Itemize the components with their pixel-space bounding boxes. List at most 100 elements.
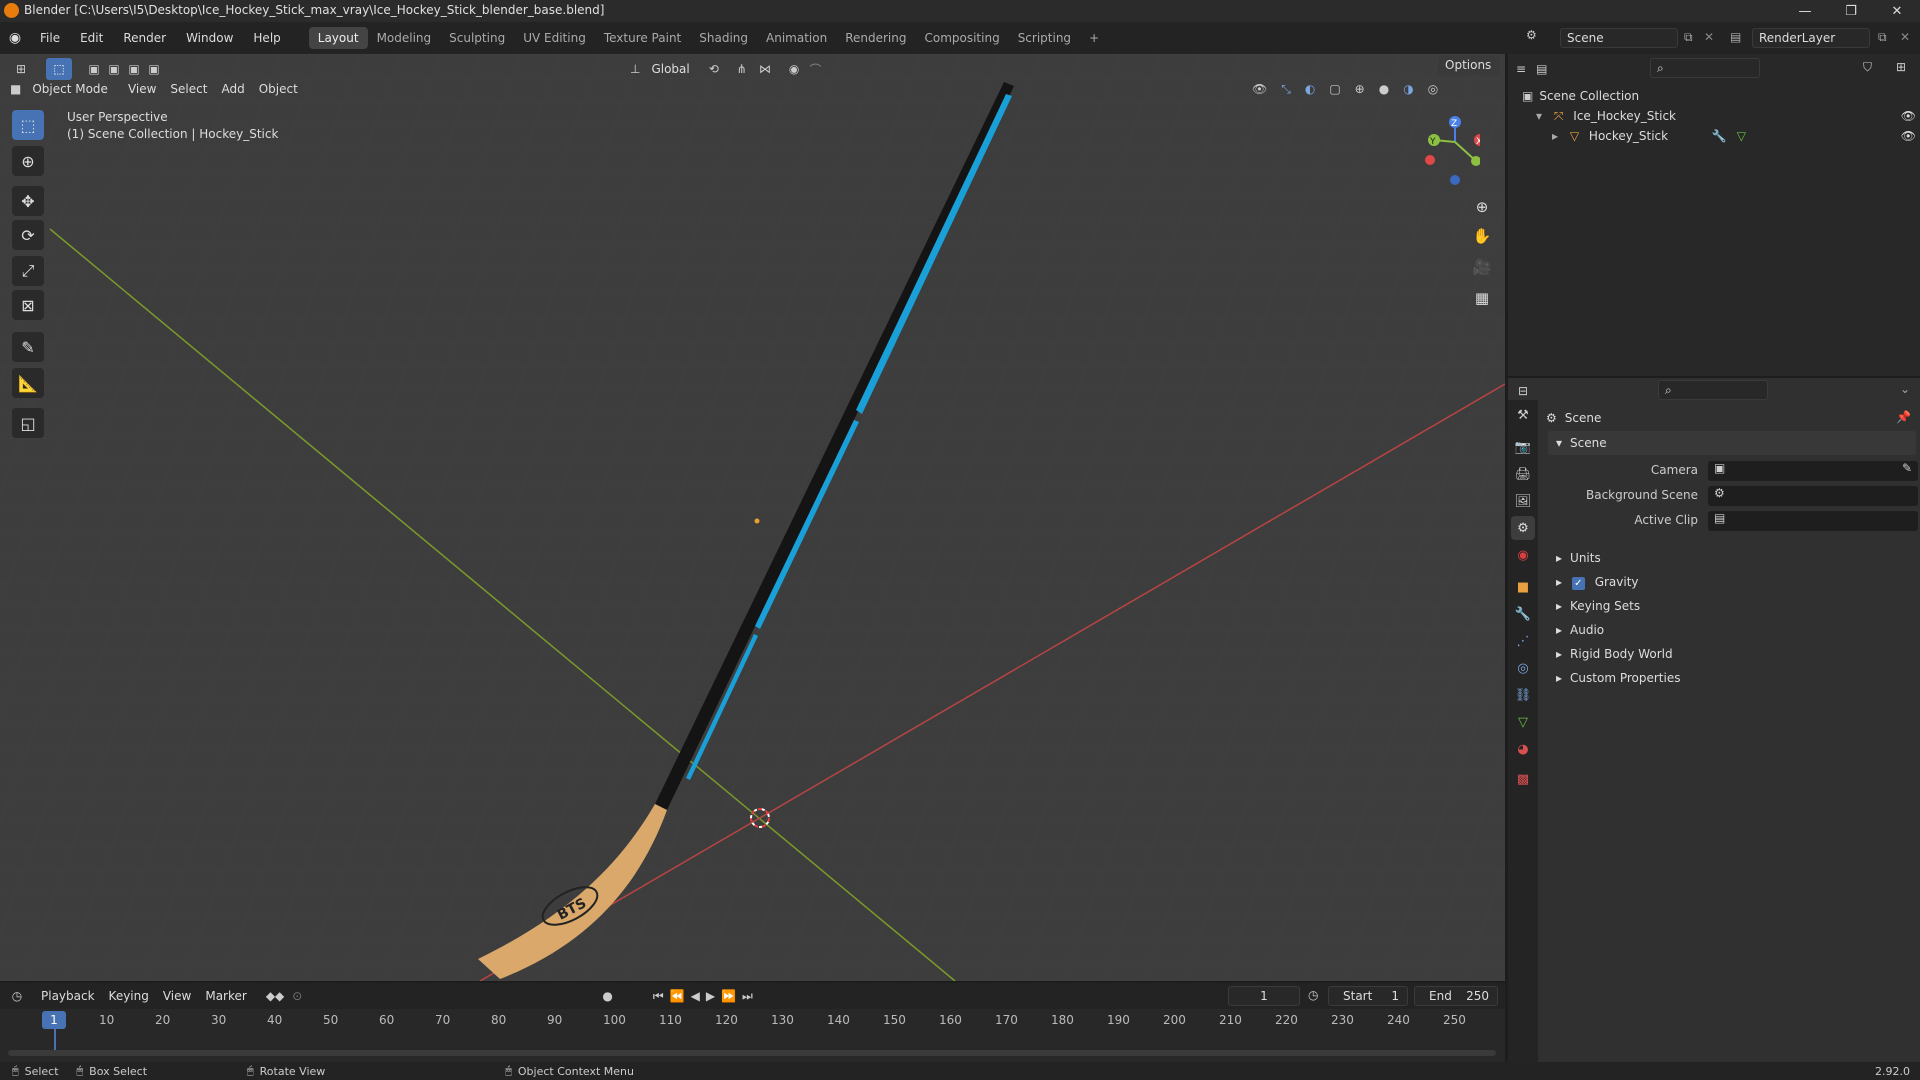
scene-icon[interactable]: ⚙ (1526, 28, 1537, 42)
keying-sets-panel[interactable]: ▸ Keying Sets (1548, 594, 1916, 618)
outliner-scene-collection[interactable]: ▣ Scene Collection (1522, 86, 1639, 106)
tab-layout[interactable]: Layout (308, 27, 368, 49)
material-tab-icon[interactable]: ◕ (1511, 737, 1535, 761)
visibility-eye-icon[interactable]: 👁 (1901, 106, 1916, 126)
tab-animation[interactable]: Animation (757, 27, 836, 49)
ortho-toggle-icon[interactable]: ▦ (1468, 284, 1496, 312)
units-panel[interactable]: ▸ Units (1548, 546, 1916, 570)
solid-shading-icon[interactable]: ● (1379, 82, 1389, 96)
close-button[interactable]: ✕ (1874, 0, 1920, 22)
3d-viewport[interactable]: BTS (0, 54, 1505, 981)
wireframe-shading-icon[interactable]: ⊕ (1355, 82, 1365, 96)
outliner-item-hockey-stick[interactable]: ▸ ▽ Hockey_Stick 🔧 ▽ 👁 (1552, 126, 1916, 146)
render-tab-icon[interactable]: 📷 (1511, 435, 1535, 459)
maximize-button[interactable]: ❐ (1828, 0, 1874, 22)
tab-modeling[interactable]: Modeling (368, 27, 441, 49)
render-layer-icon[interactable]: ▤ (1730, 30, 1741, 44)
measure-tool[interactable]: 📐 (12, 368, 44, 398)
timeline-view-menu[interactable]: View (156, 985, 198, 1007)
properties-search-input[interactable]: ⌕ (1658, 380, 1768, 400)
annotate-tool[interactable]: ✎ (12, 332, 44, 362)
render-layer-selector[interactable]: RenderLayer (1752, 28, 1870, 48)
outliner-search-input[interactable]: ⌕ (1650, 58, 1760, 78)
select-invert-icon[interactable]: ▣ (144, 62, 164, 76)
pivot-icon[interactable]: ⟲ (709, 62, 719, 76)
outliner-item-ice-hockey-stick[interactable]: ▾ ⤧ Ice_Hockey_Stick 👁 (1536, 106, 1916, 126)
modifier-tab-icon[interactable]: 🔧 (1511, 602, 1535, 626)
outliner-editor-icon[interactable]: ≡ (1516, 62, 1526, 76)
menu-file[interactable]: File (30, 22, 70, 54)
marker-menu[interactable]: Marker (198, 985, 253, 1007)
keyframe-icon[interactable]: ◆◆ (266, 989, 284, 1003)
transform-orientation-dropdown[interactable]: Global (644, 58, 696, 80)
visibility-eye-icon[interactable]: 👁 (1901, 126, 1916, 146)
camera-view-icon[interactable]: 🎥 (1468, 253, 1496, 281)
navigation-gizmo[interactable]: Z Y X (1410, 112, 1486, 192)
gizmo-toggle-icon[interactable]: ⤡ (1281, 82, 1291, 97)
menu-help[interactable]: Help (243, 22, 290, 54)
scale-tool[interactable]: ⤢ (12, 256, 44, 286)
add-cube-tool[interactable]: ◱ (12, 408, 44, 438)
xray-icon[interactable]: ▢ (1329, 82, 1340, 96)
select-extend-icon[interactable]: ▣ (104, 62, 124, 76)
remove-layer-icon[interactable]: ✕ (1900, 30, 1910, 44)
output-tab-icon[interactable]: 🖨 (1511, 462, 1535, 486)
pan-hand-icon[interactable]: ✋ (1468, 222, 1496, 250)
select-box-tool[interactable]: ⬚ (12, 110, 44, 140)
tab-scripting[interactable]: Scripting (1009, 27, 1080, 49)
scene-selector[interactable]: Scene (1560, 28, 1678, 48)
add-workspace-button[interactable]: + (1080, 27, 1108, 49)
viewport-menu-add[interactable]: Add (214, 78, 251, 100)
menu-window[interactable]: Window (176, 22, 243, 54)
viewport-menu-view[interactable]: View (121, 78, 163, 100)
view-layer-tab-icon[interactable]: 🖼 (1511, 489, 1535, 513)
new-scene-icon[interactable]: ⧉ (1684, 30, 1693, 45)
scene-tab-icon[interactable]: ⚙ (1511, 516, 1535, 540)
zoom-icon[interactable]: ⊕ (1468, 193, 1496, 221)
mesh-data-tab-icon[interactable]: ▽ (1511, 710, 1535, 734)
properties-options-icon[interactable]: ⌄ (1900, 382, 1910, 396)
move-tool[interactable]: ✥ (12, 186, 44, 216)
timeline-scrollbar[interactable] (8, 1050, 1496, 1056)
transform-tool[interactable]: ⊠ (12, 290, 44, 320)
select-mode-icon[interactable]: ⬚ (46, 58, 72, 80)
background-scene-field[interactable]: ⚙ (1708, 486, 1918, 506)
viewport-menu-select[interactable]: Select (163, 78, 214, 100)
new-layer-icon[interactable]: ⧉ (1878, 30, 1887, 45)
overlay-toggle-icon[interactable]: ◐ (1305, 82, 1315, 96)
record-icon[interactable]: ● (602, 989, 612, 1003)
rotate-tool[interactable]: ⟳ (12, 220, 44, 250)
mesh-data-icon[interactable]: ▽ (1737, 129, 1746, 143)
cursor-tool[interactable]: ⊕ (12, 146, 44, 176)
menu-render[interactable]: Render (113, 22, 176, 54)
expand-arrow-icon[interactable]: ▸ (1552, 129, 1558, 143)
falloff-icon[interactable]: ⌒ (809, 61, 821, 78)
viewport-menu-object[interactable]: Object (252, 78, 305, 100)
keying-menu[interactable]: Keying (102, 985, 156, 1007)
particles-tab-icon[interactable]: ⋰ (1511, 629, 1535, 653)
snap-target-icon[interactable]: ⋈ (759, 62, 771, 76)
properties-editor-icon[interactable]: ⊟ (1518, 384, 1528, 398)
rigid-body-world-panel[interactable]: ▸ Rigid Body World (1548, 642, 1916, 666)
physics-tab-icon[interactable]: ◎ (1511, 656, 1535, 680)
select-subtract-icon[interactable]: ▣ (124, 62, 144, 76)
clock-icon[interactable]: ◷ (1308, 988, 1318, 1002)
playback-controls[interactable]: ⏮⏪◀▶⏩⏭ (653, 989, 759, 1004)
playback-menu[interactable]: Playback (34, 985, 102, 1007)
tab-shading[interactable]: Shading (690, 27, 757, 49)
material-shading-icon[interactable]: ◑ (1403, 82, 1413, 96)
editor-type-icon[interactable]: ⊞ (8, 62, 34, 76)
snap-icon[interactable]: ⋔ (737, 62, 747, 76)
options-dropdown[interactable]: Options (1438, 55, 1500, 75)
modifier-wrench-icon[interactable]: 🔧 (1712, 129, 1727, 143)
scene-panel-header[interactable]: ▾ Scene (1548, 431, 1916, 455)
camera-field[interactable]: ▣ ✎ (1708, 461, 1918, 481)
mode-dropdown[interactable]: Object Mode (25, 78, 115, 100)
expand-arrow-icon[interactable]: ▾ (1536, 109, 1542, 123)
remove-scene-icon[interactable]: ✕ (1704, 30, 1714, 44)
active-clip-field[interactable]: ▤ (1708, 511, 1918, 531)
playhead-frame[interactable]: 1 (42, 1011, 66, 1029)
timeline-editor-icon[interactable]: ◷ (0, 989, 34, 1003)
current-frame-field[interactable]: 1 (1228, 986, 1300, 1006)
visibility-icon[interactable]: 👁 (1252, 82, 1267, 96)
